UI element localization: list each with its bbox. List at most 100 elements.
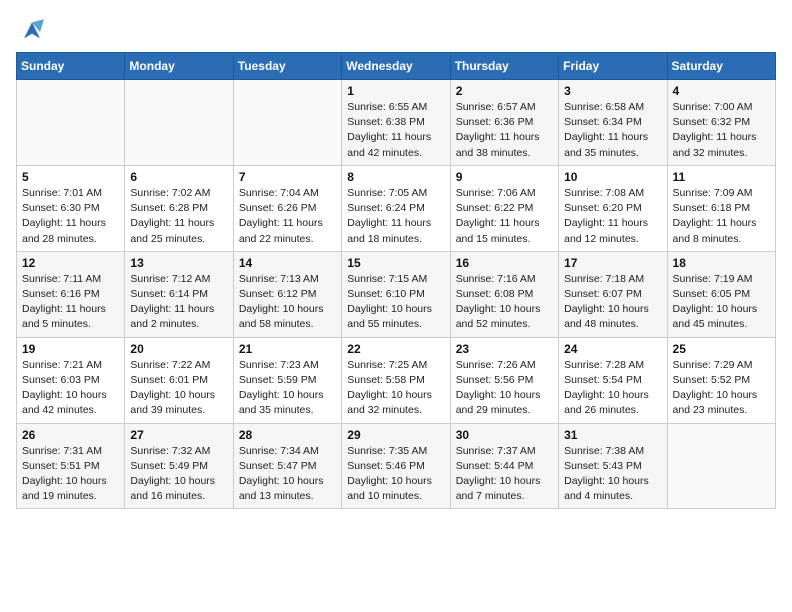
day-number: 18 bbox=[673, 256, 770, 270]
day-number: 26 bbox=[22, 428, 119, 442]
calendar-cell bbox=[233, 80, 341, 166]
day-number: 20 bbox=[130, 342, 227, 356]
calendar-table: SundayMondayTuesdayWednesdayThursdayFrid… bbox=[16, 52, 776, 509]
day-info: Sunrise: 7:19 AM Sunset: 6:05 PM Dayligh… bbox=[673, 272, 770, 333]
calendar-cell: 31 Sunrise: 7:38 AM Sunset: 5:43 PM Dayli… bbox=[559, 423, 667, 509]
day-info: Sunrise: 7:38 AM Sunset: 5:43 PM Dayligh… bbox=[564, 444, 661, 505]
calendar-cell: 9 Sunrise: 7:06 AM Sunset: 6:22 PM Daylig… bbox=[450, 165, 558, 251]
calendar-cell: 22 Sunrise: 7:25 AM Sunset: 5:58 PM Dayli… bbox=[342, 337, 450, 423]
calendar-header-row: SundayMondayTuesdayWednesdayThursdayFrid… bbox=[17, 53, 776, 80]
day-info: Sunrise: 7:09 AM Sunset: 6:18 PM Dayligh… bbox=[673, 186, 770, 247]
weekday-header-sunday: Sunday bbox=[17, 53, 125, 80]
calendar-cell: 1 Sunrise: 6:55 AM Sunset: 6:38 PM Daylig… bbox=[342, 80, 450, 166]
calendar-cell bbox=[17, 80, 125, 166]
day-number: 6 bbox=[130, 170, 227, 184]
day-number: 9 bbox=[456, 170, 553, 184]
day-info: Sunrise: 7:18 AM Sunset: 6:07 PM Dayligh… bbox=[564, 272, 661, 333]
day-info: Sunrise: 7:04 AM Sunset: 6:26 PM Dayligh… bbox=[239, 186, 336, 247]
day-number: 1 bbox=[347, 84, 444, 98]
day-number: 11 bbox=[673, 170, 770, 184]
day-number: 28 bbox=[239, 428, 336, 442]
day-number: 12 bbox=[22, 256, 119, 270]
calendar-cell: 25 Sunrise: 7:29 AM Sunset: 5:52 PM Dayli… bbox=[667, 337, 775, 423]
logo-icon bbox=[16, 16, 48, 44]
weekday-header-thursday: Thursday bbox=[450, 53, 558, 80]
calendar-cell: 17 Sunrise: 7:18 AM Sunset: 6:07 PM Dayli… bbox=[559, 251, 667, 337]
calendar-cell: 4 Sunrise: 7:00 AM Sunset: 6:32 PM Daylig… bbox=[667, 80, 775, 166]
calendar-cell: 13Sunrise: 7:12 AM Sunset: 6:14 PM Dayli… bbox=[125, 251, 233, 337]
day-info: Sunrise: 7:37 AM Sunset: 5:44 PM Dayligh… bbox=[456, 444, 553, 505]
day-number: 2 bbox=[456, 84, 553, 98]
calendar-week-row: 5 Sunrise: 7:01 AM Sunset: 6:30 PM Daylig… bbox=[17, 165, 776, 251]
calendar-week-row: 19 Sunrise: 7:21 AM Sunset: 6:03 PM Dayli… bbox=[17, 337, 776, 423]
day-info: Sunrise: 7:25 AM Sunset: 5:58 PM Dayligh… bbox=[347, 358, 444, 419]
calendar-cell: 19 Sunrise: 7:21 AM Sunset: 6:03 PM Dayli… bbox=[17, 337, 125, 423]
day-info: Sunrise: 7:23 AM Sunset: 5:59 PM Dayligh… bbox=[239, 358, 336, 419]
calendar-cell: 11 Sunrise: 7:09 AM Sunset: 6:18 PM Dayli… bbox=[667, 165, 775, 251]
day-info: Sunrise: 7:11 AM Sunset: 6:16 PM Dayligh… bbox=[22, 272, 119, 333]
day-number: 4 bbox=[673, 84, 770, 98]
calendar-cell: 21Sunrise: 7:23 AM Sunset: 5:59 PM Dayli… bbox=[233, 337, 341, 423]
day-info: Sunrise: 7:22 AM Sunset: 6:01 PM Dayligh… bbox=[130, 358, 227, 419]
day-info: Sunrise: 7:08 AM Sunset: 6:20 PM Dayligh… bbox=[564, 186, 661, 247]
day-info: Sunrise: 6:57 AM Sunset: 6:36 PM Dayligh… bbox=[456, 100, 553, 161]
day-number: 29 bbox=[347, 428, 444, 442]
day-number: 27 bbox=[130, 428, 227, 442]
day-number: 14 bbox=[239, 256, 336, 270]
day-number: 31 bbox=[564, 428, 661, 442]
calendar-cell: 23Sunrise: 7:26 AM Sunset: 5:56 PM Dayli… bbox=[450, 337, 558, 423]
day-info: Sunrise: 7:31 AM Sunset: 5:51 PM Dayligh… bbox=[22, 444, 119, 505]
day-info: Sunrise: 7:00 AM Sunset: 6:32 PM Dayligh… bbox=[673, 100, 770, 161]
day-number: 7 bbox=[239, 170, 336, 184]
weekday-header-tuesday: Tuesday bbox=[233, 53, 341, 80]
calendar-cell: 8Sunrise: 7:05 AM Sunset: 6:24 PM Daylig… bbox=[342, 165, 450, 251]
calendar-cell: 28 Sunrise: 7:34 AM Sunset: 5:47 PM Dayli… bbox=[233, 423, 341, 509]
calendar-cell: 5 Sunrise: 7:01 AM Sunset: 6:30 PM Daylig… bbox=[17, 165, 125, 251]
day-number: 16 bbox=[456, 256, 553, 270]
day-number: 24 bbox=[564, 342, 661, 356]
day-number: 5 bbox=[22, 170, 119, 184]
calendar-cell: 27 Sunrise: 7:32 AM Sunset: 5:49 PM Dayli… bbox=[125, 423, 233, 509]
day-info: Sunrise: 6:55 AM Sunset: 6:38 PM Dayligh… bbox=[347, 100, 444, 161]
day-info: Sunrise: 7:21 AM Sunset: 6:03 PM Dayligh… bbox=[22, 358, 119, 419]
calendar-cell: 18 Sunrise: 7:19 AM Sunset: 6:05 PM Dayli… bbox=[667, 251, 775, 337]
day-number: 8 bbox=[347, 170, 444, 184]
calendar-cell: 7 Sunrise: 7:04 AM Sunset: 6:26 PM Daylig… bbox=[233, 165, 341, 251]
weekday-header-wednesday: Wednesday bbox=[342, 53, 450, 80]
calendar-week-row: 12 Sunrise: 7:11 AM Sunset: 6:16 PM Dayli… bbox=[17, 251, 776, 337]
day-number: 30 bbox=[456, 428, 553, 442]
day-info: Sunrise: 7:26 AM Sunset: 5:56 PM Dayligh… bbox=[456, 358, 553, 419]
weekday-header-friday: Friday bbox=[559, 53, 667, 80]
calendar-cell: 30 Sunrise: 7:37 AM Sunset: 5:44 PM Dayli… bbox=[450, 423, 558, 509]
calendar-cell: 2 Sunrise: 6:57 AM Sunset: 6:36 PM Daylig… bbox=[450, 80, 558, 166]
day-number: 3 bbox=[564, 84, 661, 98]
day-number: 10 bbox=[564, 170, 661, 184]
calendar-cell: 15Sunrise: 7:15 AM Sunset: 6:10 PM Dayli… bbox=[342, 251, 450, 337]
day-info: Sunrise: 7:32 AM Sunset: 5:49 PM Dayligh… bbox=[130, 444, 227, 505]
calendar-cell bbox=[667, 423, 775, 509]
day-number: 25 bbox=[673, 342, 770, 356]
day-info: Sunrise: 7:35 AM Sunset: 5:46 PM Dayligh… bbox=[347, 444, 444, 505]
day-info: Sunrise: 7:13 AM Sunset: 6:12 PM Dayligh… bbox=[239, 272, 336, 333]
page-header bbox=[16, 16, 776, 44]
calendar-cell: 10 Sunrise: 7:08 AM Sunset: 6:20 PM Dayli… bbox=[559, 165, 667, 251]
day-info: Sunrise: 7:15 AM Sunset: 6:10 PM Dayligh… bbox=[347, 272, 444, 333]
day-info: Sunrise: 7:12 AM Sunset: 6:14 PM Dayligh… bbox=[130, 272, 227, 333]
logo bbox=[16, 16, 52, 44]
day-number: 19 bbox=[22, 342, 119, 356]
calendar-week-row: 26 Sunrise: 7:31 AM Sunset: 5:51 PM Dayli… bbox=[17, 423, 776, 509]
day-number: 17 bbox=[564, 256, 661, 270]
calendar-cell: 16Sunrise: 7:16 AM Sunset: 6:08 PM Dayli… bbox=[450, 251, 558, 337]
day-info: Sunrise: 7:01 AM Sunset: 6:30 PM Dayligh… bbox=[22, 186, 119, 247]
calendar-cell: 26 Sunrise: 7:31 AM Sunset: 5:51 PM Dayli… bbox=[17, 423, 125, 509]
calendar-cell: 14 Sunrise: 7:13 AM Sunset: 6:12 PM Dayli… bbox=[233, 251, 341, 337]
day-info: Sunrise: 7:34 AM Sunset: 5:47 PM Dayligh… bbox=[239, 444, 336, 505]
weekday-header-saturday: Saturday bbox=[667, 53, 775, 80]
day-info: Sunrise: 6:58 AM Sunset: 6:34 PM Dayligh… bbox=[564, 100, 661, 161]
day-info: Sunrise: 7:06 AM Sunset: 6:22 PM Dayligh… bbox=[456, 186, 553, 247]
day-number: 22 bbox=[347, 342, 444, 356]
calendar-cell: 6 Sunrise: 7:02 AM Sunset: 6:28 PM Daylig… bbox=[125, 165, 233, 251]
weekday-header-monday: Monday bbox=[125, 53, 233, 80]
day-info: Sunrise: 7:02 AM Sunset: 6:28 PM Dayligh… bbox=[130, 186, 227, 247]
day-info: Sunrise: 7:29 AM Sunset: 5:52 PM Dayligh… bbox=[673, 358, 770, 419]
